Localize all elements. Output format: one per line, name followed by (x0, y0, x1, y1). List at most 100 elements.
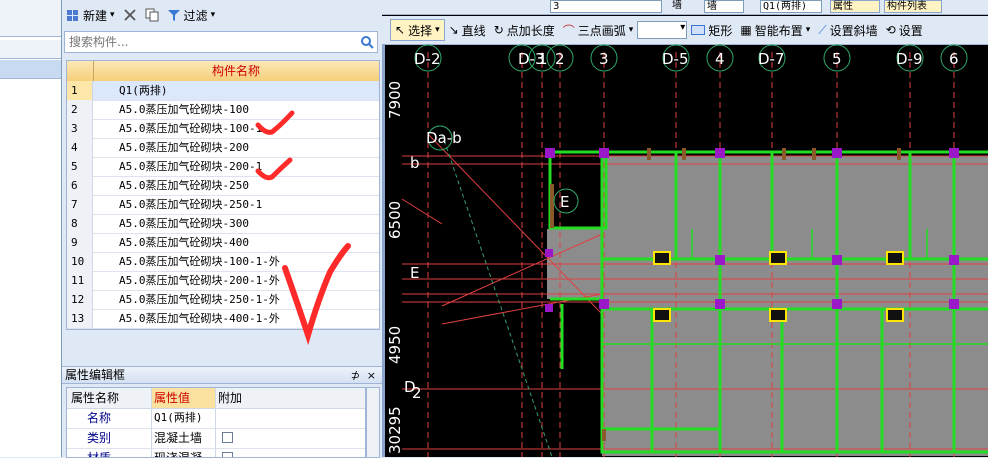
slope-wall-button[interactable]: ⟋ 设置斜墙 (814, 19, 881, 41)
select-button[interactable]: ↖ 选择 ▾ (390, 19, 445, 41)
rect-button[interactable]: 矩形 (687, 19, 736, 41)
table-row[interactable]: 10 A5.0蒸压加气砼砌块-100-1-外 (67, 252, 379, 272)
table-row[interactable]: 13 A5.0蒸压加气砼砌块-400-1-外 (67, 309, 379, 329)
property-editor-title: 属性编辑框 ⊅ × (62, 367, 382, 384)
component-select[interactable]: Q1(两排) (760, 0, 822, 13)
cad-drawing[interactable]: D-2 D-3 1 2 3 D-5 4 D-7 5 D-9 6 7900 650… (382, 44, 988, 457)
component-list-panel: 新建 ▾ 过滤 ▾ 构件名称 1 Q1(两排) 2 A5.0蒸压加气砼砌块-100 3 A… (62, 0, 382, 360)
type-select-2[interactable]: 墙 (704, 0, 744, 13)
select-label: 选择 (408, 23, 433, 38)
axis-label: D-7 (758, 50, 785, 68)
component-search (64, 31, 378, 53)
new-button[interactable]: 新建 ▾ (66, 7, 115, 24)
row-number: 5 (67, 157, 93, 176)
axis-label: E (410, 264, 419, 282)
line-button[interactable]: ↘ 直线 (445, 19, 490, 41)
extra-checkbox[interactable] (222, 452, 233, 457)
table-row[interactable]: 1 Q1(两排) (67, 81, 379, 101)
drawing-toolbar: ↖ 选择 ▾ ↘ 直线 ↻ 点加长度 ⌒ 三点画弧 ▾ 矩形 ▦ 智能布置 ▾ … (382, 16, 988, 45)
layer-select[interactable]: 3 (550, 0, 662, 13)
row-number: 10 (67, 252, 93, 271)
table-row[interactable]: 5 A5.0蒸压加气砼砌块-200-1 (67, 157, 379, 177)
stair-void (560, 309, 602, 369)
component-name-header[interactable]: 构件名称 (93, 61, 379, 81)
table-row[interactable]: 7 A5.0蒸压加气砼砌块-250-1 (67, 195, 379, 215)
property-scrollbar[interactable] (366, 387, 380, 458)
property-table: 属性名称 属性值 附加 名称 Q1(两排) 类别 混凝土墙 材质 现浇混凝 (66, 387, 366, 458)
nav-row[interactable] (0, 40, 62, 59)
guide-line (441, 133, 553, 457)
property-row[interactable]: 类别 混凝土墙 (67, 428, 365, 449)
arc-mode-select[interactable] (637, 21, 688, 39)
axis-label: 2 (412, 384, 422, 402)
dimension-text: 4950 (386, 326, 404, 364)
point-length-button[interactable]: ↻ 点加长度 (490, 19, 559, 41)
delete-icon[interactable] (123, 8, 137, 22)
copy-icon[interactable] (145, 8, 159, 22)
pin-icon[interactable]: ⊅ (351, 367, 360, 384)
row-number: 4 (67, 138, 93, 157)
component-name: A5.0蒸压加气砼砌块-100 (119, 103, 249, 116)
type-select-1[interactable]: 墙 (670, 0, 692, 13)
table-row[interactable]: 2 A5.0蒸压加气砼砌块-100 (67, 100, 379, 120)
chevron-down-icon: ▾ (628, 25, 634, 35)
close-icon[interactable]: × (367, 367, 376, 384)
filter-button[interactable]: 过滤 ▾ (167, 7, 215, 24)
extra-checkbox[interactable] (222, 432, 233, 443)
rect-label: 矩形 (708, 23, 733, 38)
component-name: A5.0蒸压加气砼砌块-400 (119, 236, 249, 249)
table-row[interactable]: 3 A5.0蒸压加气砼砌块-100-1 (67, 119, 379, 139)
pointer-icon: ↖ (395, 23, 406, 37)
dimension-text: 30295 (386, 406, 404, 454)
nav-row-selected[interactable] (0, 60, 62, 79)
table-row[interactable]: 11 A5.0蒸压加气砼砌块-200-1-外 (67, 271, 379, 291)
smart-layout-button[interactable]: ▦ 智能布置 ▾ (736, 19, 814, 41)
type2-value: 墙 (707, 1, 717, 12)
search-input[interactable] (65, 34, 357, 50)
property-editor-panel: 属性编辑框 ⊅ × 属性名称 属性值 附加 名称 Q1(两排) 类别 混凝土墙 … (62, 366, 382, 458)
axis-label: D-9 (896, 50, 923, 68)
property-value[interactable]: Q1(两排) (151, 408, 215, 428)
component-toolbar: 新建 ▾ 过滤 ▾ (62, 4, 215, 26)
axis-label: 6 (949, 50, 959, 68)
axis-annotation: E (560, 193, 569, 211)
building-floor (602, 156, 988, 456)
row-number: 3 (67, 119, 93, 138)
row-number: 13 (67, 309, 93, 328)
row-number: 9 (67, 233, 93, 252)
property-extra-header: 附加 (215, 388, 251, 408)
chevron-down-icon: ▾ (805, 25, 811, 35)
component-name: A5.0蒸压加气砼砌块-250-1-外 (119, 293, 280, 306)
chevron-down-icon: ▾ (110, 10, 115, 20)
component-name: A5.0蒸压加气砼砌块-250-1 (119, 198, 263, 211)
setting-icon: ⟲ (885, 23, 896, 37)
nav-row[interactable] (0, 0, 62, 37)
filter-icon (167, 10, 180, 21)
table-row[interactable]: 8 A5.0蒸压加气砼砌块-300 (67, 214, 379, 234)
arc-button[interactable]: ⌒ 三点画弧 ▾ (559, 19, 638, 41)
properties-tab[interactable]: 属性 (830, 0, 880, 13)
grid-icon: ▦ (740, 23, 752, 37)
setting-button[interactable]: ⟲ 设置 (882, 19, 927, 41)
component-name: A5.0蒸压加气砼砌块-250 (119, 179, 249, 192)
component-value: Q1(两排) (763, 1, 808, 12)
property-table-header: 属性名称 属性值 附加 (67, 388, 365, 409)
property-value[interactable]: 混凝土墙 (151, 428, 215, 448)
search-button[interactable] (357, 32, 377, 52)
component-list-tab[interactable]: 构件列表 (884, 0, 942, 13)
type1-value: 墙 (672, 0, 682, 11)
axis-label: D-2 (414, 50, 441, 68)
stair-void (547, 156, 602, 226)
table-row[interactable]: 4 A5.0蒸压加气砼砌块-200 (67, 138, 379, 158)
property-name: 名称 (87, 411, 112, 425)
table-row[interactable]: 6 A5.0蒸压加气砼砌块-250 (67, 176, 379, 196)
table-row[interactable]: 12 A5.0蒸压加气砼砌块-250-1-外 (67, 290, 379, 310)
table-row[interactable]: 9 A5.0蒸压加气砼砌块-400 (67, 233, 379, 253)
property-row[interactable]: 名称 Q1(两排) (67, 408, 365, 429)
slope-wall-label: 设置斜墙 (829, 23, 878, 38)
axis-label: b (410, 154, 420, 172)
property-extra-cell (215, 408, 252, 428)
chevron-down-icon: ▾ (435, 25, 440, 35)
component-name: A5.0蒸压加气砼砌块-200-1-外 (119, 274, 280, 287)
new-component-icon (67, 10, 78, 21)
